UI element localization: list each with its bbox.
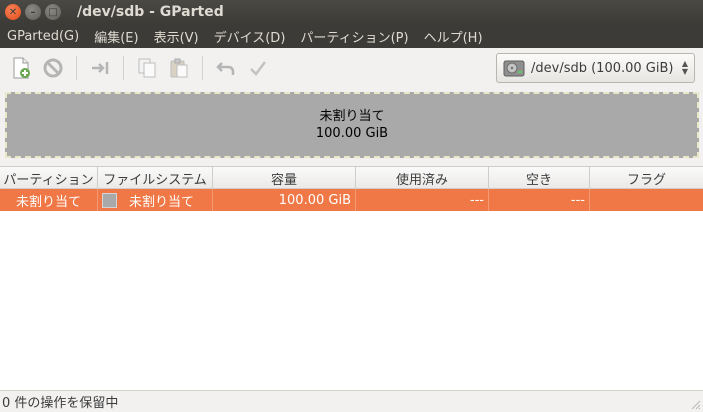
status-bar: 0 件の操作を保留中 [0, 390, 703, 412]
column-header-unused[interactable]: 空き [489, 167, 590, 189]
new-partition-button[interactable] [10, 57, 32, 79]
table-row[interactable]: 未割り当て 未割り当て 100.00 GiB --- --- [0, 189, 703, 211]
resize-grip-icon[interactable] [691, 400, 701, 410]
hard-disk-icon [503, 60, 525, 77]
toolbar: /dev/sdb (100.00 GiB) ▲ ▼ [0, 48, 703, 88]
menu-bar: GParted(G) 編集(E) 表示(V) デバイス(D) パーティション(P… [0, 24, 703, 48]
resize-move-button[interactable] [89, 57, 111, 79]
graph-partition-name: 未割り当て [319, 109, 385, 124]
menu-view[interactable]: 表示(V) [147, 27, 207, 46]
cell-size: 100.00 GiB [213, 189, 356, 211]
paste-icon [170, 58, 188, 78]
arrow-right-bar-icon [92, 62, 109, 74]
menu-edit[interactable]: 編集(E) [87, 27, 146, 46]
column-header-used[interactable]: 使用済み [356, 167, 489, 189]
column-header-partition[interactable]: パーティション [0, 167, 98, 189]
checkmark-icon [250, 61, 266, 76]
undo-icon [216, 62, 235, 75]
toolbar-separator [123, 56, 124, 80]
cell-partition: 未割り当て [0, 189, 98, 211]
column-header-size[interactable]: 容量 [213, 167, 356, 189]
delete-partition-button[interactable] [42, 57, 64, 79]
undo-button[interactable] [215, 57, 237, 79]
copy-icon [138, 58, 156, 78]
close-window-button[interactable]: ✕ [5, 4, 21, 20]
apply-button[interactable] [247, 57, 269, 79]
pending-operations-status: 0 件の操作を保留中 [2, 396, 119, 411]
title-bar: ✕ – □ /dev/sdb - GParted [0, 0, 703, 24]
cell-used: --- [356, 189, 489, 211]
partition-graph[interactable]: 未割り当て 100.00 GiB [5, 92, 699, 158]
menu-help[interactable]: ヘルプ(H) [417, 27, 491, 46]
device-selector[interactable]: /dev/sdb (100.00 GiB) ▲ ▼ [496, 53, 695, 83]
menu-device[interactable]: デバイス(D) [207, 27, 294, 46]
table-header: パーティション ファイルシステム 容量 使用済み 空き フラグ [0, 167, 703, 189]
minimize-window-button[interactable]: – [25, 4, 41, 20]
menu-partition[interactable]: パーティション(P) [293, 27, 416, 46]
toolbar-separator [76, 56, 77, 80]
cell-filesystem: 未割り当て [98, 189, 213, 211]
menu-gparted[interactable]: GParted(G) [0, 29, 87, 44]
new-document-icon [13, 57, 30, 79]
paste-button[interactable] [168, 57, 190, 79]
device-label: /dev/sdb (100.00 GiB) [531, 60, 674, 76]
window-title: /dev/sdb - GParted [77, 4, 224, 20]
column-header-filesystem[interactable]: ファイルシステム [98, 167, 213, 189]
column-header-flags[interactable]: フラグ [590, 167, 703, 189]
cell-unused: --- [489, 189, 590, 211]
cell-flags [590, 189, 703, 211]
updown-arrows-icon: ▲ ▼ [681, 59, 688, 76]
toolbar-separator [202, 56, 203, 80]
prohibit-icon [43, 58, 63, 78]
maximize-window-button[interactable]: □ [45, 4, 61, 20]
cell-filesystem-label: 未割り当て [129, 194, 195, 210]
copy-button[interactable] [136, 57, 158, 79]
filesystem-color-swatch [102, 192, 117, 208]
partition-table: パーティション ファイルシステム 容量 使用済み 空き フラグ 未割り当て 未割… [0, 166, 703, 390]
graph-partition-size: 100.00 GiB [315, 126, 389, 141]
